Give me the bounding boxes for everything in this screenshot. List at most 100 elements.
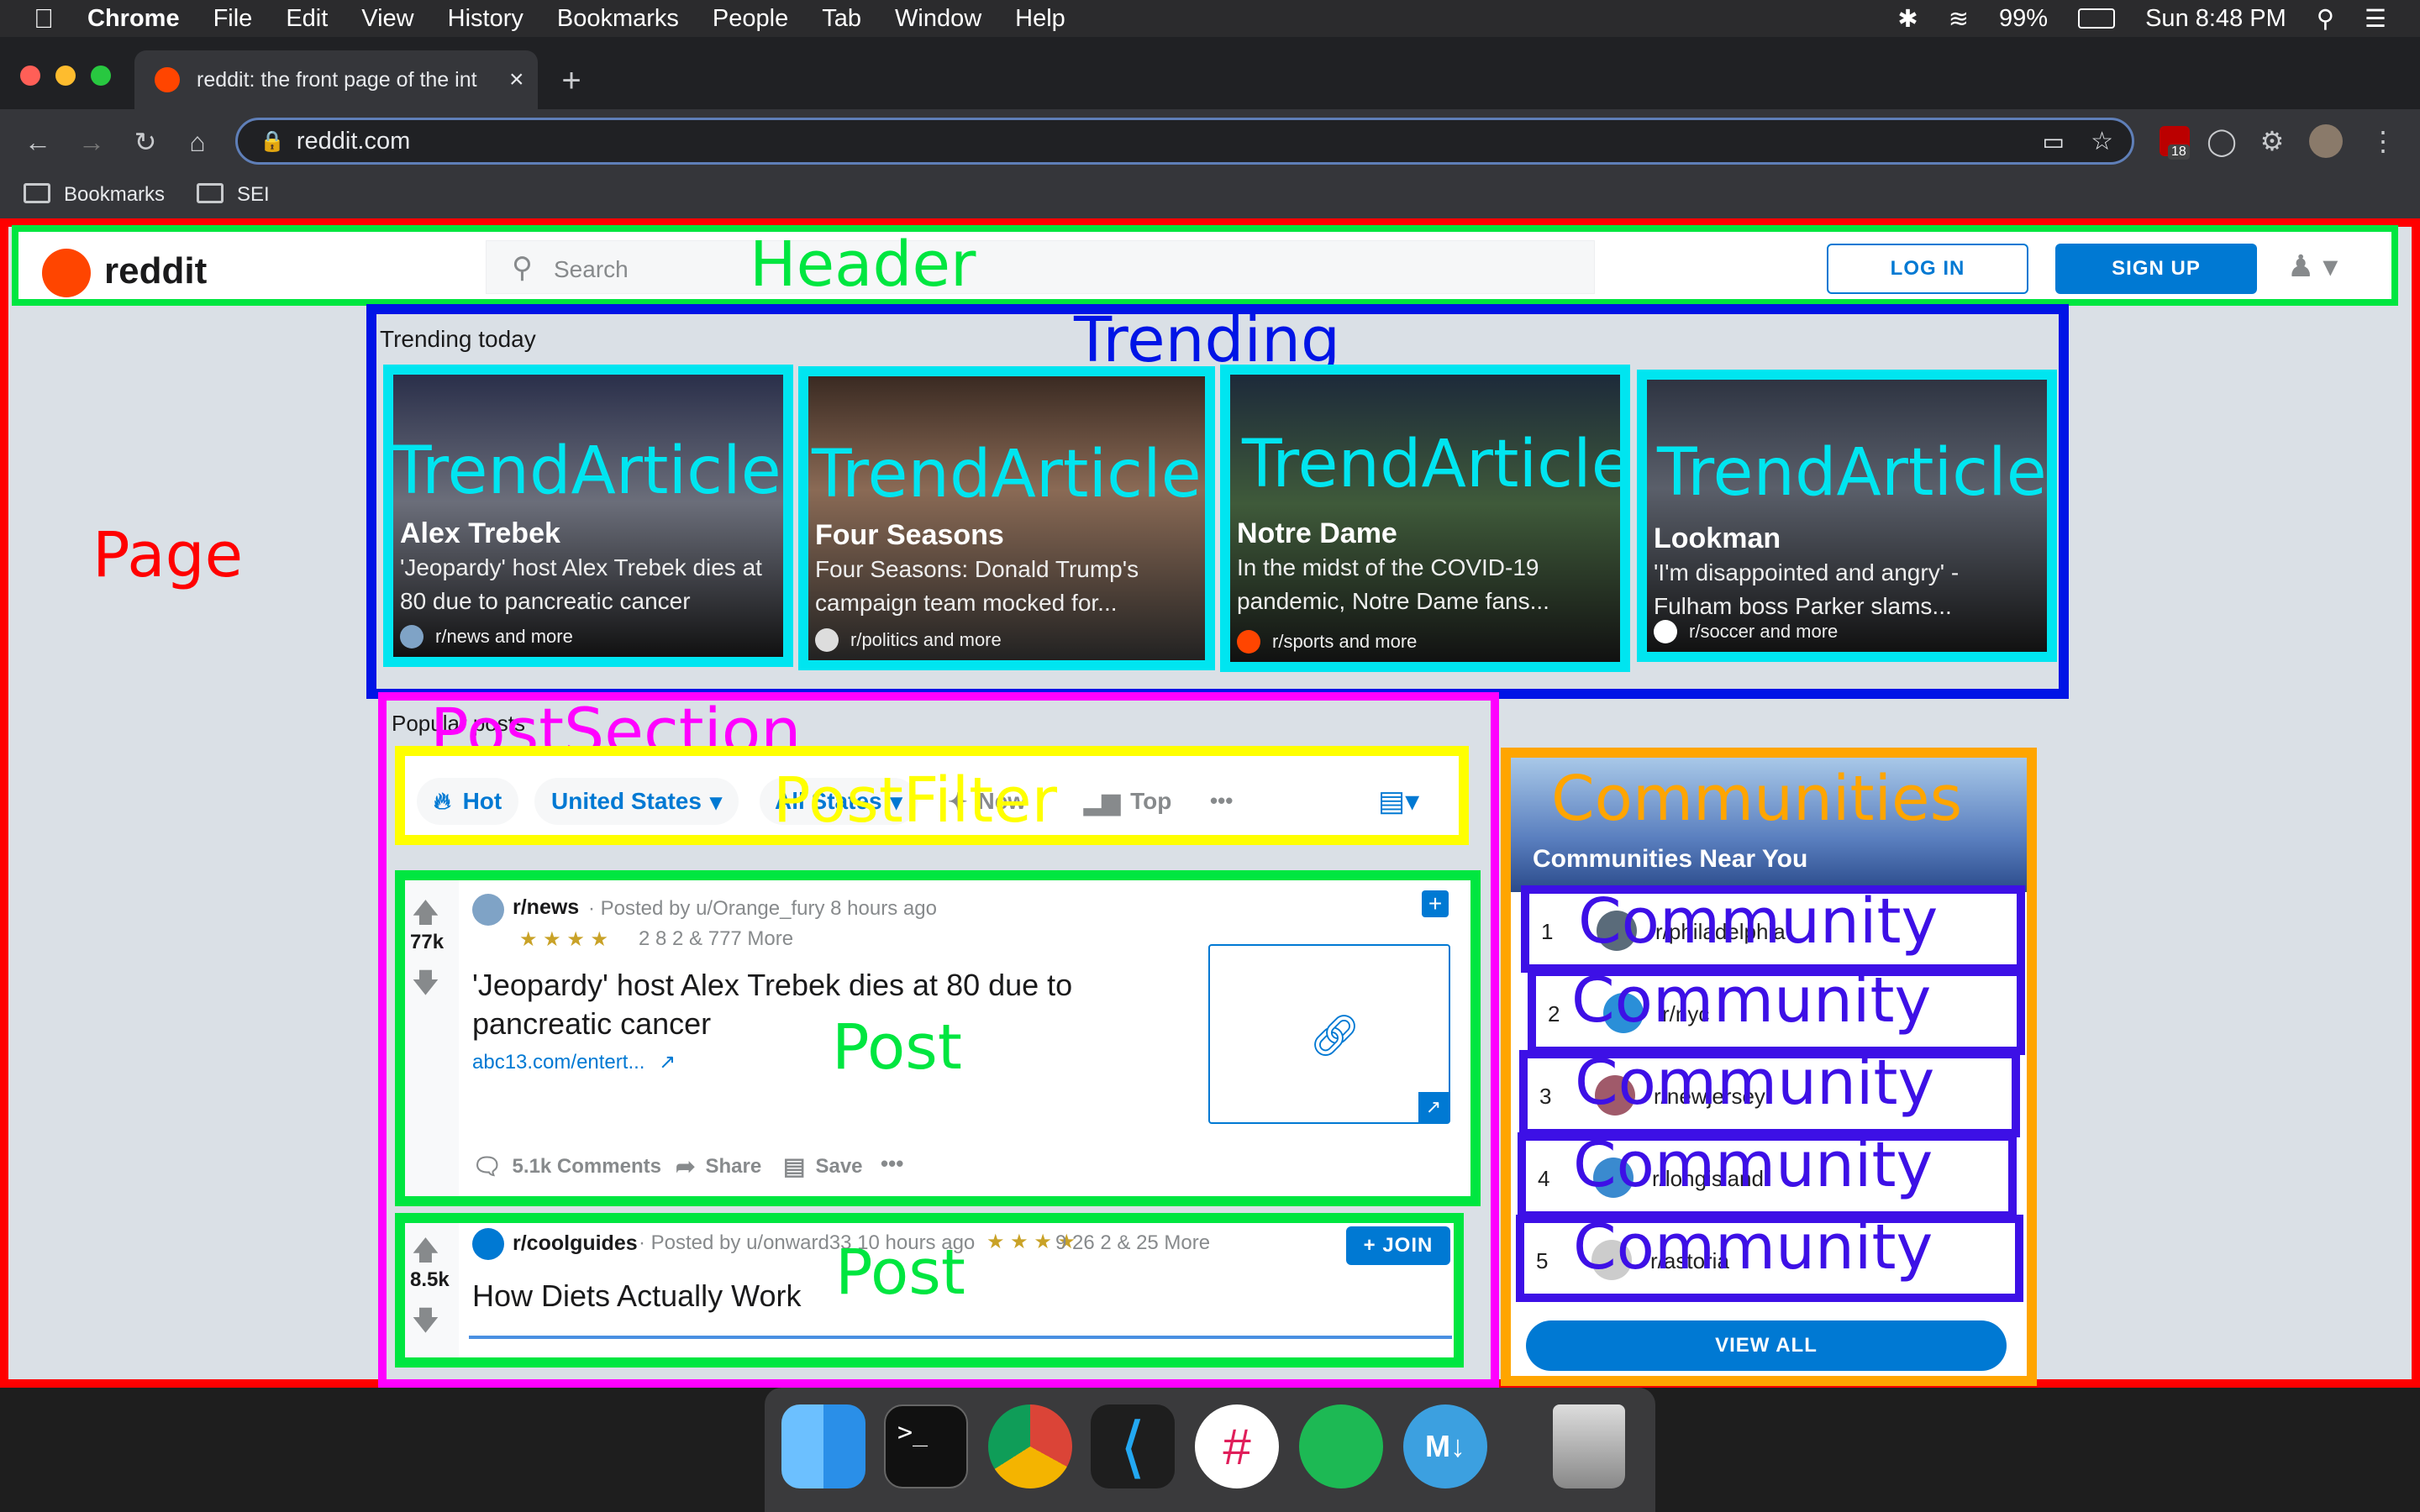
trend-article-source-row: r/news and more [400,625,573,648]
join-button[interactable]: + JOIN [1346,1226,1450,1265]
menu-bookmarks[interactable]: Bookmarks [557,5,679,33]
menu-edit[interactable]: Edit [286,5,328,33]
post-thumbnail[interactable]: 🔗︎ ↗ [1208,944,1450,1124]
post-more-button[interactable]: ••• [881,1151,903,1177]
extension-circle-icon[interactable]: ◯ [2203,123,2240,160]
extensions-puzzle-icon[interactable]: ⚙ [2254,123,2291,160]
post-subreddit[interactable]: r/coolguides [513,1231,638,1256]
profile-avatar[interactable] [2309,124,2343,158]
trend-article-card[interactable]: Notre Dame In the midst of the COVID-19 … [1220,365,1630,672]
trending-heading: Trending today [380,326,536,352]
menu-view[interactable]: View [361,5,413,33]
post-title[interactable]: 'Jeopardy' host Alex Trebek dies at 80 d… [472,966,1128,1043]
filter-new[interactable]: ✦ New [948,778,1026,825]
community-item[interactable]: 3 r/newjersey [1519,1050,2020,1137]
community-name: r/newjersey [1654,1084,1765,1109]
filter-state[interactable]: All States ▾ [760,778,918,825]
finder-icon[interactable] [781,1404,865,1488]
bookmark-star-icon[interactable]: ☆ [2091,127,2113,156]
menu-people[interactable]: People [713,5,788,33]
bookmark-folder-sei[interactable]: SEI [237,183,270,207]
search-input[interactable]: Search [554,256,629,283]
chrome-icon[interactable] [988,1404,1072,1488]
close-window-button[interactable] [20,66,40,86]
search-bar[interactable]: ⚲ Search [486,240,1595,294]
filter-country[interactable]: United States ▾ [534,778,739,825]
trend-article-card[interactable]: Four Seasons Four Seasons: Donald Trump'… [798,366,1215,670]
bookmarks-bar: Bookmarks SEI [0,171,2420,218]
forward-icon[interactable]: → [71,121,113,163]
downvote-icon[interactable]: 🡇︎ [412,1302,439,1347]
menu-tab[interactable]: Tab [822,5,861,33]
menu-file[interactable]: File [213,5,253,33]
menu-history[interactable]: History [448,5,523,33]
bluetooth-icon[interactable]: ✱ [1897,4,1918,34]
community-item[interactable]: 1 r/philadelphia [1521,885,2025,973]
spotify-icon[interactable] [1299,1404,1383,1488]
community-rank: 1 [1541,919,1554,944]
downvote-icon[interactable]: 🡇︎ [412,964,439,1010]
cast-icon[interactable]: ▭ [2043,128,2065,155]
subreddit-icon[interactable] [472,894,504,926]
filter-hot[interactable]: 🔥︎ Hot [417,778,519,825]
battery-icon[interactable] [2078,8,2116,29]
minimize-window-button[interactable] [55,66,76,86]
user-menu-icon[interactable]: ♟ ▾ [2287,249,2338,284]
post-subreddit[interactable]: r/news [513,895,579,920]
community-item[interactable]: 4 r/longisland [1518,1132,2017,1220]
vscode-icon[interactable]: ⟨ [1091,1404,1175,1488]
reddit-favicon-icon [155,67,180,92]
save-button[interactable]: ▤ Save [783,1152,863,1180]
slack-icon[interactable]: # [1195,1404,1279,1488]
clock[interactable]: Sun 8:48 PM [2145,5,2286,33]
expand-post-icon[interactable]: + [1422,890,1449,917]
new-tab-button[interactable]: + [551,60,592,101]
reload-icon[interactable]: ↻ [124,121,166,163]
community-rank: 3 [1539,1084,1552,1109]
menu-app-name[interactable]: Chrome [87,5,180,33]
terminal-icon[interactable]: >_ [884,1404,968,1488]
subreddit-icon[interactable] [472,1228,504,1260]
community-rank: 4 [1538,1166,1550,1191]
reddit-header: reddit ⚲ Search LOG IN SIGN UP ♟ ▾ [12,225,2398,306]
award-icon: ★ ★ ★ ★ [519,928,609,951]
community-item[interactable]: 5 r/astoria [1516,1215,2023,1302]
view-all-button[interactable]: VIEW ALL [1526,1320,2007,1371]
community-item[interactable]: 2 r/nyc [1528,968,2025,1055]
post-title[interactable]: How Diets Actually Work [472,1278,801,1314]
chrome-menu-icon[interactable]: ⋮ [2366,123,2400,160]
trend-article-source-row: r/sports and more [1237,630,1417,654]
post-link[interactable]: abc13.com/entert... ↗ [472,1050,676,1074]
wifi-icon[interactable]: ≋ [1949,4,1969,34]
trash-icon[interactable] [1553,1404,1625,1488]
comments-button[interactable]: 🗨︎ 5.1k Comments [472,1152,661,1180]
address-bar[interactable]: 🔒 reddit.com ▭ ☆ [235,118,2134,165]
external-link-icon: ↗ [1418,1092,1449,1122]
login-button[interactable]: LOG IN [1827,244,2028,294]
trend-article-desc: 'I'm disappointed and angry' - Fulham bo… [1654,559,1960,619]
markdown-editor-icon[interactable]: M↓ [1403,1404,1487,1488]
bookmark-folder-bookmarks[interactable]: Bookmarks [64,183,165,207]
control-center-icon[interactable]: ☰ [2365,4,2386,34]
signup-button[interactable]: SIGN UP [2055,244,2257,294]
close-tab-icon[interactable]: × [509,66,524,94]
zoom-window-button[interactable] [91,66,111,86]
community-name: r/nyc [1662,1001,1710,1026]
filter-top[interactable]: ▂▆ Top [1084,778,1171,825]
filter-more-button[interactable]: ••• [1210,788,1233,814]
trend-article-card[interactable]: Lookman 'I'm disappointed and angry' - F… [1637,370,2057,662]
home-icon[interactable]: ⌂ [176,121,218,163]
menu-help[interactable]: Help [1015,5,1065,33]
tab-reddit[interactable]: reddit: the front page of the int × [134,50,538,109]
back-icon[interactable]: ← [17,121,59,163]
spotlight-icon[interactable]: ⚲ [2317,4,2334,34]
trend-article-card[interactable]: Alex Trebek 'Jeopardy' host Alex Trebek … [383,365,793,667]
trend-article-source-row: r/politics and more [815,628,1002,652]
reddit-logo-icon[interactable] [42,249,91,297]
layout-toggle-icon[interactable]: ▤▾ [1378,785,1419,818]
menu-window[interactable]: Window [895,5,981,33]
community-avatar [1595,1075,1635,1116]
apple-icon[interactable]:  [34,3,54,34]
reddit-wordmark[interactable]: reddit [104,250,207,292]
share-button[interactable]: ➦ Share [676,1152,761,1180]
